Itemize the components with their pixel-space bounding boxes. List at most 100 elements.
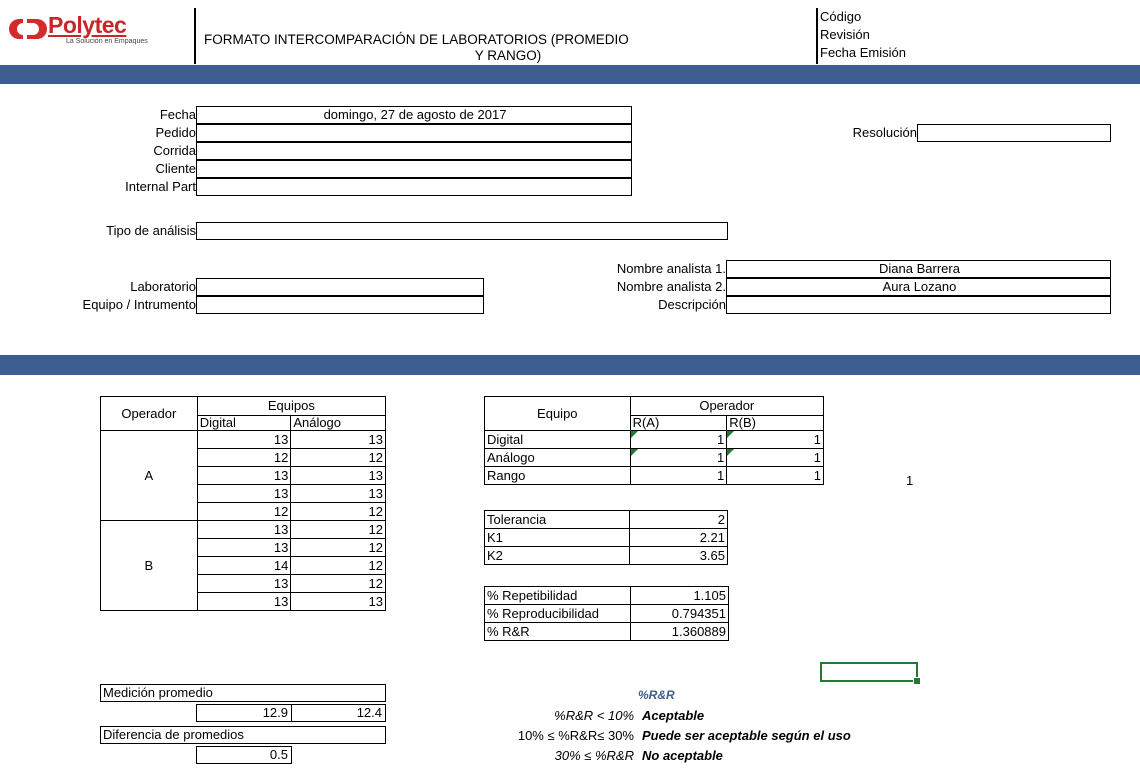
fill-handle[interactable] [913,677,921,685]
analogo-header: Análogo [290,414,386,432]
table-cell[interactable]: 3.65 [629,546,728,565]
tipo-analisis-field[interactable] [196,222,728,240]
constant-label: Tolerancia [483,510,631,529]
table-cell[interactable]: 13 [196,520,292,539]
ranges-table: Equipo Operador R(A) R(B) Digital 1 1 An… [484,396,825,485]
equipo-instrumento-label: Equipo / Intrumento [82,297,196,312]
range-side-value: 1 [906,473,914,488]
legend-result-2: Puede ser aceptable según el uso [642,728,851,743]
selected-cell[interactable] [820,662,921,685]
table-cell[interactable]: 12 [290,520,386,539]
digital-header: Digital [196,414,292,432]
table-cell[interactable]: 12 [196,502,292,521]
analista1-field[interactable]: Diana Barrera [726,260,1111,278]
descripcion-field[interactable] [726,296,1111,314]
rb-header: R(B) [726,414,824,432]
legend-condition-3: 30% ≤ %R&R [554,748,634,763]
legend-result-1: Aceptable [642,708,705,723]
table-cell[interactable]: 2.21 [629,528,728,547]
diferencia-cell[interactable]: 0.5 [196,746,292,764]
table-cell[interactable]: 2 [629,510,728,529]
logo-mark-icon [9,19,47,39]
result-label: % Repetibilidad [484,586,631,605]
table-cell[interactable]: 1.360889 [630,622,729,641]
table-cell[interactable]: 13 [290,484,386,503]
constant-label: K2 [483,546,631,565]
table-cell[interactable]: 13 [290,466,386,485]
constant-label: K1 [483,528,631,547]
ra-header: R(A) [629,414,728,432]
pedido-field[interactable] [196,124,632,142]
equipo-instrumento-field[interactable] [196,296,484,314]
range-row-label: Rango [484,466,631,485]
section-band [0,355,1140,375]
avg-analogo-value: 12.4 [356,705,382,720]
legend-condition-2: 10% ≤ %R&R≤ 30% [517,728,634,743]
table-cell[interactable]: 12 [290,556,386,575]
table-cell[interactable]: 13 [196,484,292,503]
avg-analogo-cell[interactable]: 12.4 [291,704,386,722]
table-cell[interactable]: 12 [290,538,386,557]
table-cell[interactable]: 12 [290,502,386,521]
meta-codigo: Código [820,9,862,24]
table-cell[interactable]: 13 [290,430,386,449]
table-cell[interactable]: 12 [290,448,386,467]
corrida-field[interactable] [196,142,632,160]
meta-fecha-emision: Fecha Emisión [820,45,906,60]
table-cell[interactable]: 1.105 [630,586,729,605]
analista2-field[interactable]: Aura Lozano [726,278,1111,296]
operador-range-header: Operador [629,396,825,416]
avg-digital-value: 12.9 [262,705,288,720]
descripcion-label: Descripción [658,297,726,312]
table-cell[interactable]: 13 [196,466,292,485]
laboratorio-label: Laboratorio [130,279,196,294]
legend-title: %R&R [638,688,675,702]
fecha-label: Fecha [159,107,196,122]
results-table: % Repetibilidad 1.105 % Reproducibilidad 0… [484,586,729,641]
logo: Polytec La Solución en Empaques [8,10,193,46]
table-cell[interactable]: 1 [726,430,824,449]
avg-digital-cell[interactable]: 12.9 [196,704,292,722]
table-cell[interactable]: 13 [196,592,292,611]
table-cell[interactable]: 12 [196,448,292,467]
table-cell[interactable]: 1 [629,448,728,467]
table-cell[interactable]: 1 [629,466,728,485]
equipos-header: Equipos [196,396,387,416]
table-cell[interactable]: 13 [196,574,292,593]
resolucion-field[interactable] [917,124,1111,142]
analista1-value: Diana Barrera [879,261,960,276]
document-meta: Código Revisión Fecha Emisión [820,8,906,62]
range-row-label: Digital [484,430,631,449]
operator-b-cell: B [100,520,198,611]
table-cell[interactable]: 1 [629,430,728,449]
logo-text: Polytec [48,12,127,38]
diferencia-promedios-text: Diferencia de promedios [103,727,244,742]
table-cell[interactable]: 12 [290,574,386,593]
meta-revision: Revisión [820,27,870,42]
table-cell[interactable]: 13 [196,538,292,557]
measurements-table: Operador Equipos Digital Análogo A 13 13… [100,396,387,611]
diferencia-promedios-label: Diferencia de promedios [100,726,386,744]
table-cell[interactable]: 13 [196,430,292,449]
constants-table: Tolerancia 2 K1 2.21 K2 3.65 [483,510,728,565]
analista2-value: Aura Lozano [882,279,957,294]
medicion-promedio-label: Medición promedio [100,684,386,702]
equipo-header: Equipo [484,396,631,431]
operator-a-cell: A [100,430,198,521]
result-label: % R&R [484,622,631,641]
title-line-1: FORMATO INTERCOMPARACIÓN DE LABORATORIOS… [204,32,629,47]
laboratorio-field[interactable] [196,278,484,296]
legend-result-3: No aceptable [642,748,723,763]
table-cell[interactable]: 14 [196,556,292,575]
fecha-field[interactable]: domingo, 27 de agosto de 2017 [196,106,632,124]
table-cell[interactable]: 1 [726,466,824,485]
analista1-label: Nombre analista 1. [616,261,726,276]
table-cell[interactable]: 0.794351 [630,604,729,623]
table-cell[interactable]: 1 [726,448,824,467]
medicion-promedio-text: Medición promedio [103,685,213,700]
operador-header: Operador [100,396,198,431]
cliente-field[interactable] [196,160,632,178]
internal-part-field[interactable] [196,178,632,196]
pedido-label: Pedido [155,125,196,140]
table-cell[interactable]: 13 [290,592,386,611]
